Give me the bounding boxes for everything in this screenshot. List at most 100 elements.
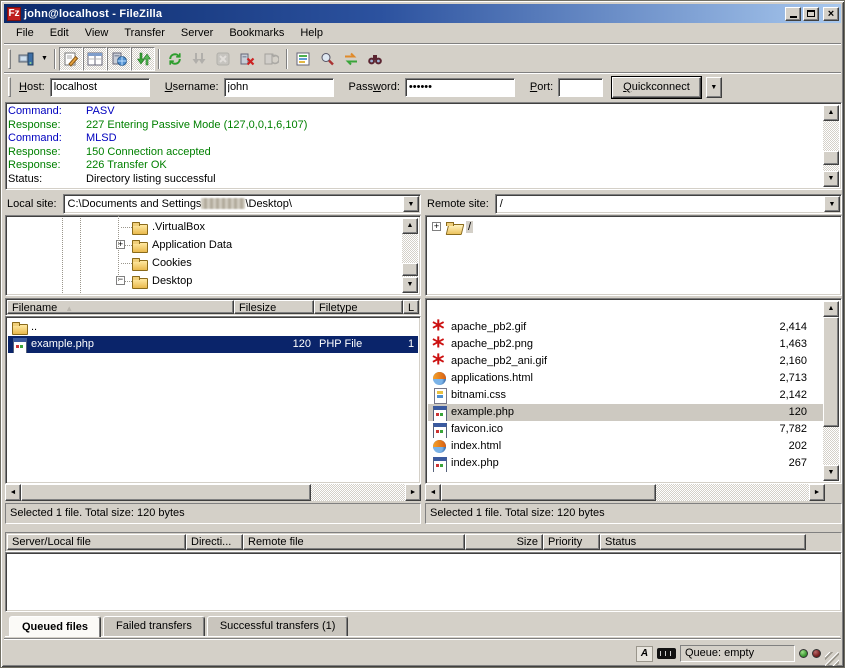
tree-item[interactable]: / xyxy=(428,218,839,236)
remote-site-combo-dropdown[interactable]: ▼ xyxy=(824,196,840,212)
queue-column-header[interactable]: Server/Local file xyxy=(7,534,186,550)
file-row[interactable]: apache_pb2_ani.gif 2,160 xyxy=(428,353,823,370)
toggle-remote-tree-button[interactable] xyxy=(107,47,131,71)
find-files-button[interactable] xyxy=(363,47,387,71)
menu-item[interactable]: Edit xyxy=(42,25,77,41)
toggle-message-log-button[interactable] xyxy=(59,47,83,71)
log-scroll-up-button[interactable]: ▲ xyxy=(823,105,839,121)
quickconnect-dropdown-button[interactable]: ▼ xyxy=(706,77,722,98)
remote-site-combo[interactable]: / ▼ xyxy=(495,194,842,214)
column-header[interactable]: L xyxy=(403,300,419,314)
close-button[interactable]: × xyxy=(823,7,839,21)
quickconnect-button[interactable]: Quickconnect xyxy=(612,77,701,98)
remote-list-hscrollbar-thumb[interactable] xyxy=(441,484,656,501)
remote-list-scroll-right-button[interactable]: ► xyxy=(809,484,825,501)
minimize-button[interactable] xyxy=(785,7,801,21)
local-tree-scroll-up-button[interactable]: ▲ xyxy=(402,218,418,234)
local-list-hscrollbar-thumb[interactable] xyxy=(21,484,311,501)
sort-ascending-icon: ▲ xyxy=(65,304,73,313)
process-queue-button[interactable] xyxy=(187,47,211,71)
activity-led-red-icon xyxy=(812,649,821,658)
queue-column-header[interactable]: Directi... xyxy=(186,534,243,550)
column-header[interactable]: Filename▲ xyxy=(7,300,234,314)
file-name: apache_pb2_ani.gif xyxy=(451,353,547,370)
site-manager-dropdown-button[interactable]: ▼ xyxy=(38,47,51,71)
compare-directories-button[interactable] xyxy=(315,47,339,71)
local-tree-scrollbar-thumb[interactable] xyxy=(402,263,418,276)
remote-list-scroll-up-button[interactable]: ▲ xyxy=(823,301,839,317)
password-input[interactable] xyxy=(405,78,515,97)
port-input[interactable] xyxy=(558,78,603,97)
quickconnect-grip[interactable] xyxy=(8,77,11,97)
remote-list-scroll-down-button[interactable]: ▼ xyxy=(823,465,839,481)
queue-tab[interactable]: Queued files xyxy=(9,616,101,637)
file-row[interactable]: index.html 202 xyxy=(428,438,823,455)
disconnect-button[interactable] xyxy=(235,47,259,71)
maximize-button[interactable] xyxy=(803,7,819,21)
remote-site-label: Remote site: xyxy=(425,198,495,210)
column-header[interactable]: Filesize xyxy=(234,300,314,314)
queue-list[interactable] xyxy=(5,552,842,612)
menu-item[interactable]: Help xyxy=(292,25,331,41)
remote-list-scrollbar-thumb[interactable] xyxy=(823,317,839,427)
local-tree-scroll-down-button[interactable]: ▼ xyxy=(402,277,418,293)
toolbar-separator xyxy=(286,49,288,69)
toggle-local-tree-icon xyxy=(87,51,103,67)
toolbar-grip[interactable] xyxy=(8,49,11,69)
file-size xyxy=(235,319,315,336)
speed-limit-indicator-icon[interactable] xyxy=(657,648,676,659)
menu-item[interactable]: Bookmarks xyxy=(221,25,292,41)
queue-column-header[interactable]: Remote file xyxy=(243,534,465,550)
queue-column-header[interactable]: Size xyxy=(465,534,543,550)
tree-expander[interactable] xyxy=(432,222,441,231)
tree-item[interactable]: Cookies xyxy=(8,254,402,272)
synchronized-browsing-button[interactable] xyxy=(339,47,363,71)
file-icon xyxy=(432,422,448,437)
toggle-message-log-icon xyxy=(63,51,79,67)
file-row[interactable]: index.php 267 xyxy=(428,455,823,472)
log-scroll-down-button[interactable]: ▼ xyxy=(823,171,839,187)
file-row[interactable]: favicon.ico 7,782 xyxy=(428,421,823,438)
file-type: PHP File xyxy=(315,336,404,353)
reconnect-button[interactable] xyxy=(259,47,283,71)
menu-item[interactable]: File xyxy=(8,25,42,41)
toggle-transfer-queue-button[interactable] xyxy=(131,47,155,71)
file-row[interactable]: applications.html 2,713 xyxy=(428,370,823,387)
cancel-operation-button[interactable] xyxy=(211,47,235,71)
log-scrollbar-thumb[interactable] xyxy=(823,151,839,165)
column-header[interactable]: Filetype xyxy=(314,300,403,314)
resize-grip[interactable] xyxy=(825,652,839,666)
menu-item[interactable]: View xyxy=(77,25,117,41)
data-type-indicator-icon[interactable]: A xyxy=(636,646,653,662)
menu-item[interactable]: Transfer xyxy=(116,25,173,41)
file-row[interactable]: apache_pb2.gif 2,414 xyxy=(428,319,823,336)
tree-item[interactable]: .VirtualBox xyxy=(8,218,402,236)
remote-list-scroll-left-button[interactable]: ◄ xyxy=(425,484,441,501)
menu-item[interactable]: Server xyxy=(173,25,221,41)
site-manager-button[interactable] xyxy=(14,47,38,71)
queue-tab[interactable]: Successful transfers (1) xyxy=(207,616,349,636)
username-input[interactable] xyxy=(224,78,334,97)
local-site-combo[interactable]: C:\Documents and Settings\Desktop\ ▼ xyxy=(63,194,421,214)
local-site-combo-dropdown[interactable]: ▼ xyxy=(403,196,419,212)
local-list-scroll-right-button[interactable]: ► xyxy=(405,484,421,501)
title-bar[interactable]: Fz john@localhost - FileZilla × xyxy=(4,4,841,23)
file-row[interactable]: example.php 120 xyxy=(428,404,823,421)
remote-file-list-panel: apache_pb2.gif 2,414 apache_pb2.png 1,46… xyxy=(425,298,842,484)
file-row[interactable]: .. xyxy=(8,319,418,336)
directory-listing-filters-button[interactable] xyxy=(291,47,315,71)
file-row[interactable]: bitnami.css 2,142 xyxy=(428,387,823,404)
refresh-button[interactable] xyxy=(163,47,187,71)
local-list-scroll-left-button[interactable]: ◄ xyxy=(5,484,21,501)
file-icon xyxy=(12,337,28,352)
queue-column-header[interactable]: Status xyxy=(600,534,806,550)
file-row[interactable]: example.php 120 PHP File 1 xyxy=(8,336,418,353)
tree-item[interactable]: Desktop xyxy=(8,272,402,290)
file-row[interactable]: apache_pb2.png 1,463 xyxy=(428,336,823,353)
queue-tab[interactable]: Failed transfers xyxy=(103,616,205,636)
tree-item[interactable]: Application Data xyxy=(8,236,402,254)
host-input[interactable] xyxy=(50,78,150,97)
find-files-icon xyxy=(367,51,383,67)
toggle-local-tree-button[interactable] xyxy=(83,47,107,71)
queue-column-header[interactable]: Priority xyxy=(543,534,600,550)
